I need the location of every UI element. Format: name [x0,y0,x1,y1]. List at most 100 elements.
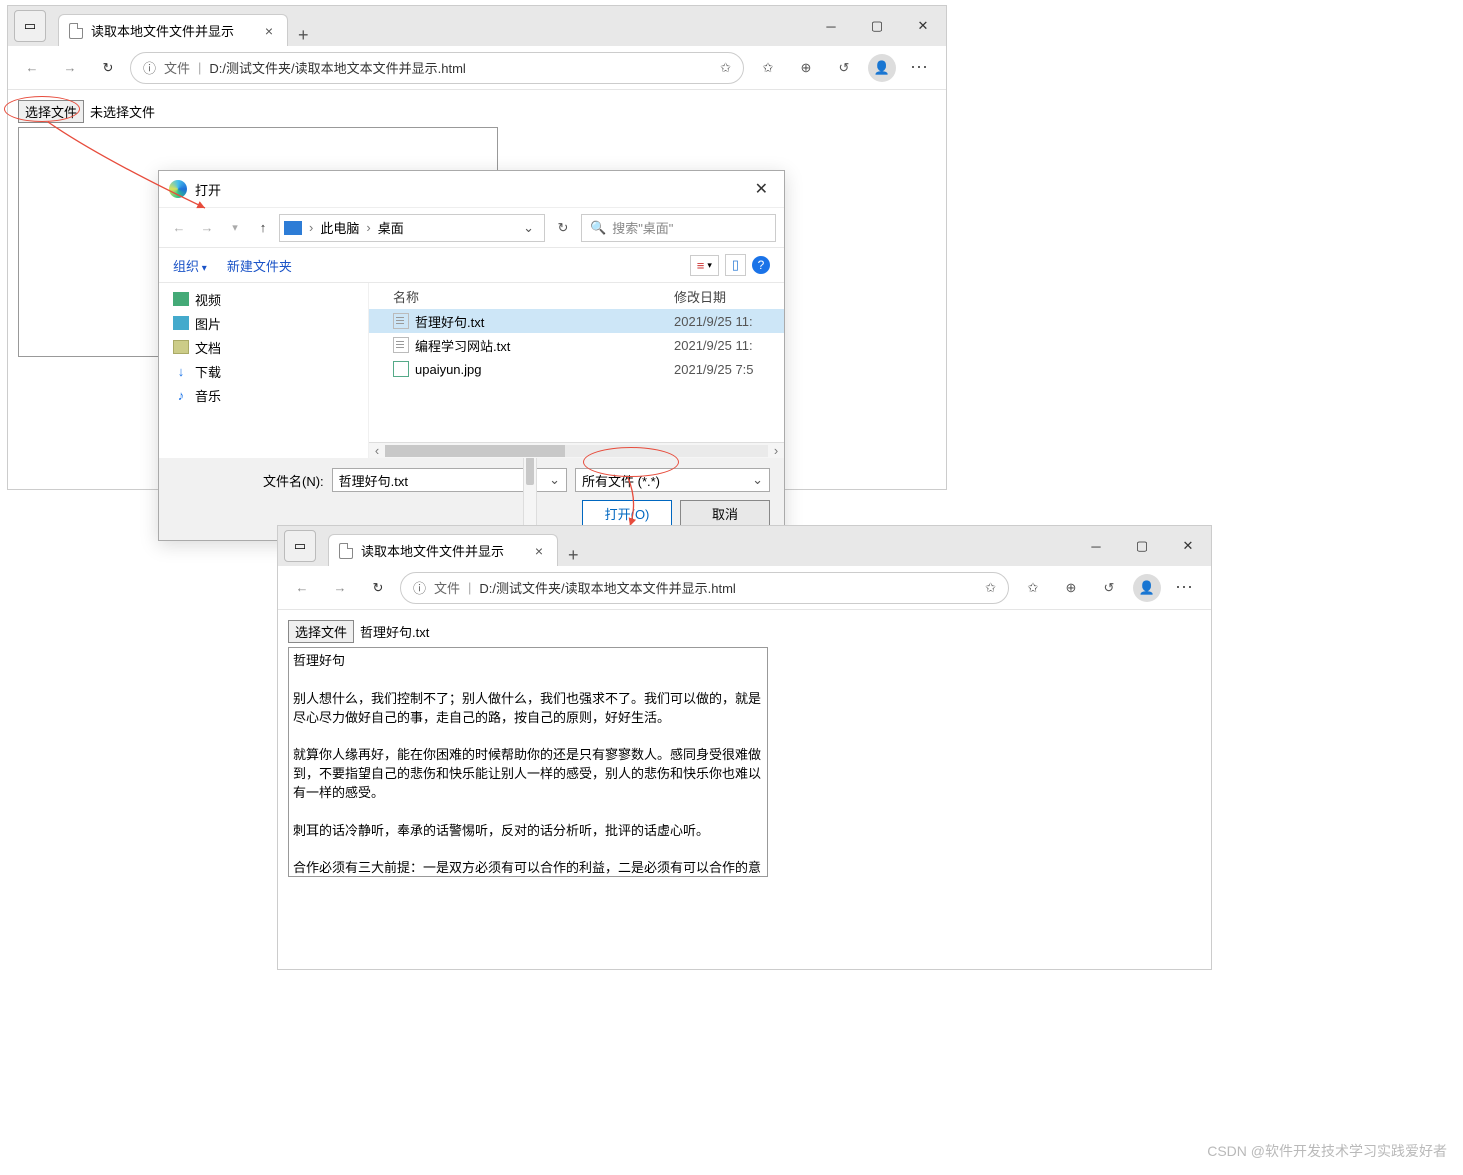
scroll-left[interactable]: ‹ [369,443,385,458]
breadcrumb-sep [363,220,373,235]
filter-combo[interactable]: 所有文件 (*.*) ⌄ [575,468,770,492]
view-mode-button[interactable]: ≡▾ [690,255,719,276]
toolbar-icons: ✩ ⊕ ↺ 👤 ⋯ [750,52,938,84]
favorites-icon[interactable]: ✩ [750,52,786,84]
separator: | [198,60,201,75]
nav-up[interactable]: ↑ [251,220,275,235]
tree-label: 文档 [195,338,221,357]
minimize-button[interactable]: ─ [1073,530,1119,562]
forward-button[interactable]: → [54,52,86,84]
maximize-button[interactable]: ▢ [1119,530,1165,562]
scroll-right[interactable]: › [768,443,784,458]
nav-refresh[interactable]: ↻ [549,220,577,236]
document-icon [69,23,83,39]
scroll-thumb[interactable] [526,457,534,485]
preview-pane-button[interactable]: ▯ [725,254,746,276]
more-menu[interactable]: ⋯ [1167,572,1203,604]
address-bar[interactable]: ⓘ 文件 | D:/测试文件夹/读取本地文本文件并显示.html ✩ [130,52,744,84]
browser-tab[interactable]: 读取本地文件文件并显示 × [58,14,288,46]
tab-title: 读取本地文件文件并显示 [91,21,234,40]
forward-button[interactable]: → [324,572,356,604]
file-input: 选择文件 未选择文件 [18,100,936,123]
doc-icon [173,340,189,354]
choose-file-button[interactable]: 选择文件 [288,620,354,643]
star-icon[interactable]: ✩ [985,580,996,596]
nav-forward[interactable]: → [195,220,219,235]
file-date: 2021/9/25 11: [674,338,784,353]
titlebar: ▭ 读取本地文件文件并显示 × + ─ ▢ ✕ [8,6,946,46]
minimize-button[interactable]: ─ [808,10,854,42]
profile-avatar[interactable]: 👤 [864,52,900,84]
favorites-icon[interactable]: ✩ [1015,572,1051,604]
new-folder-button[interactable]: 新建文件夹 [227,256,292,275]
dropdown-icon: ⌄ [752,472,763,488]
breadcrumb-dropdown[interactable]: ⌄ [517,220,540,236]
refresh-button[interactable]: ↻ [92,52,124,84]
cancel-button[interactable]: 取消 [680,500,770,526]
browser-tab[interactable]: 读取本地文件文件并显示 × [328,534,558,566]
back-button[interactable]: ← [16,52,48,84]
file-name: upaiyun.jpg [415,362,482,377]
tree-item-music[interactable]: ♪音乐 [173,383,368,407]
file-list: 名称 修改日期 哲理好句.txt 2021/9/25 11: 编程学习网站.tx… [369,283,784,458]
txt-file-icon [393,313,409,329]
toolbar-icons: ✩ ⊕ ↺ 👤 ⋯ [1015,572,1203,604]
file-row[interactable]: 编程学习网站.txt 2021/9/25 11: [369,333,784,357]
watermark: CSDN @软件开发技术学习实践爱好者 [1207,1141,1447,1161]
info-icon: ⓘ [413,578,426,597]
navbar: ← → ↻ ⓘ 文件 | D:/测试文件夹/读取本地文本文件并显示.html ✩… [278,566,1211,610]
dialog-close-button[interactable]: ✕ [749,177,774,201]
choose-file-button[interactable]: 选择文件 [18,100,84,123]
file-row[interactable]: 哲理好句.txt 2021/9/25 11: [369,309,784,333]
file-row[interactable]: upaiyun.jpg 2021/9/25 7:5 [369,357,784,381]
tab-strip: 读取本地文件文件并显示 × + [328,526,1073,566]
horizontal-scrollbar[interactable]: ‹ › [369,442,784,458]
star-icon[interactable]: ✩ [720,60,731,76]
open-button[interactable]: 打开(O) [582,500,672,526]
url-label: 文件 [434,578,460,597]
breadcrumb-bar[interactable]: 此电脑 桌面 ⌄ [279,214,545,242]
more-menu[interactable]: ⋯ [902,52,938,84]
breadcrumb-root[interactable]: 此电脑 [320,218,359,237]
filename-label: 文件名(N): [263,471,324,490]
new-tab-button[interactable]: + [288,25,319,46]
content-textarea[interactable] [288,647,768,877]
history-icon[interactable]: ↺ [1091,572,1127,604]
tab-overview-button[interactable]: ▭ [14,10,46,42]
nav-back[interactable]: ← [167,220,191,235]
file-list-header: 名称 修改日期 [369,283,784,309]
tab-overview-button[interactable]: ▭ [284,530,316,562]
nav-recent[interactable]: ▾ [223,221,247,234]
refresh-button[interactable]: ↻ [362,572,394,604]
page-viewport: 选择文件 哲理好句.txt [278,610,1211,890]
tab-close-button[interactable]: × [531,543,547,559]
tree-item-downloads[interactable]: ↓下载 [173,359,368,383]
address-bar[interactable]: ⓘ 文件 | D:/测试文件夹/读取本地文本文件并显示.html ✩ [400,572,1009,604]
new-tab-button[interactable]: + [558,545,589,566]
file-name: 编程学习网站.txt [415,336,510,355]
collections-icon[interactable]: ⊕ [788,52,824,84]
file-date: 2021/9/25 11: [674,314,784,329]
collections-icon[interactable]: ⊕ [1053,572,1089,604]
scroll-track[interactable] [385,445,768,457]
dialog-search[interactable]: 🔍 搜索"桌面" [581,214,776,242]
tab-close-button[interactable]: × [261,23,277,39]
tree-item-docs[interactable]: 文档 [173,335,368,359]
history-icon[interactable]: ↺ [826,52,862,84]
scroll-thumb[interactable] [385,445,565,457]
image-icon [173,316,189,330]
back-button[interactable]: ← [286,572,318,604]
close-button[interactable]: ✕ [1165,530,1211,562]
dialog-body: 视频 图片 文档 ↓下载 ♪音乐 名称 修改日期 哲理好句.txt 2021/9… [159,283,784,458]
column-name[interactable]: 名称 [369,287,674,306]
column-modified[interactable]: 修改日期 [674,287,784,306]
breadcrumb-folder[interactable]: 桌面 [378,218,404,237]
organize-menu[interactable]: 组织 [173,256,207,275]
profile-avatar[interactable]: 👤 [1129,572,1165,604]
help-button[interactable]: ? [752,256,770,274]
tree-item-video[interactable]: 视频 [173,287,368,311]
maximize-button[interactable]: ▢ [854,10,900,42]
url-path: D:/测试文件夹/读取本地文本文件并显示.html [209,58,465,77]
tree-item-images[interactable]: 图片 [173,311,368,335]
close-button[interactable]: ✕ [900,10,946,42]
